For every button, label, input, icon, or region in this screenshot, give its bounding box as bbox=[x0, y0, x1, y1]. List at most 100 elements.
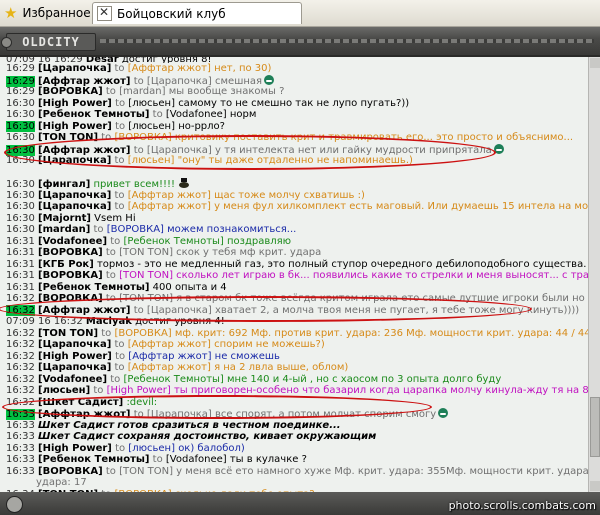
to-keyword: to bbox=[133, 304, 144, 316]
message-sender[interactable]: Шкет Садист bbox=[38, 420, 114, 431]
scroll-up-button[interactable] bbox=[590, 58, 600, 68]
message-time: 16:29 bbox=[6, 63, 35, 74]
message-sender[interactable]: [TON TON] bbox=[38, 132, 98, 143]
message-sender[interactable]: [Аффтар жжот] bbox=[38, 76, 130, 87]
message-recipient[interactable]: [Царапочка] bbox=[147, 76, 212, 87]
message-sender[interactable]: [High Power] bbox=[38, 121, 112, 132]
message-recipient[interactable]: [Аффтар жжот] bbox=[128, 339, 211, 350]
message-recipient[interactable]: [Ребенок Темноты] bbox=[123, 236, 223, 247]
message-text: мы вообще знакомы ? bbox=[168, 86, 285, 97]
message-recipient[interactable]: [Царапочка] bbox=[147, 145, 212, 156]
message-sender[interactable]: [Царапочка] bbox=[38, 190, 111, 201]
message-sender[interactable]: [Ребенок Темноты] bbox=[38, 282, 149, 293]
to-keyword: to bbox=[93, 224, 104, 235]
message-recipient[interactable]: [люсьен] bbox=[128, 443, 175, 454]
chat-message: 16:30 [TON TON] to [ВОРОВКА] критовику п… bbox=[0, 132, 588, 144]
message-sender[interactable]: [High Power] bbox=[38, 98, 112, 109]
to-keyword: to bbox=[101, 327, 112, 339]
message-sender[interactable]: [mardan] bbox=[38, 224, 90, 235]
chat-menu-button[interactable] bbox=[6, 496, 23, 513]
to-keyword: to bbox=[110, 373, 121, 385]
message-recipient[interactable]: [Аффтар жжот] bbox=[128, 362, 211, 373]
message-recipient[interactable]: [mardan] bbox=[119, 86, 165, 97]
message-sender[interactable]: [Царапочка] bbox=[38, 63, 111, 74]
message-sender[interactable]: Maclyak bbox=[86, 316, 132, 327]
message-recipient[interactable]: [Аффтар жжот] bbox=[128, 63, 211, 74]
message-time: 16:32 bbox=[6, 327, 35, 339]
message-sender[interactable]: [люсьен] bbox=[38, 385, 90, 396]
message-sender[interactable]: [High Power] bbox=[38, 351, 112, 362]
message-sender[interactable]: [Шкет Садист] bbox=[38, 397, 123, 408]
message-time: 16:30 bbox=[6, 224, 35, 235]
message-recipient[interactable]: [TON TON] bbox=[119, 270, 173, 281]
message-sender[interactable]: [Аффтар жжот] bbox=[38, 409, 130, 420]
close-icon[interactable] bbox=[97, 5, 112, 21]
chat-message: 16:33 Шкет Садист сохраняя достоинство, … bbox=[0, 431, 588, 443]
chat-message: 16:31 [ВОРОВКА] to [TON TON] скок у тебя… bbox=[0, 247, 588, 259]
chat-scrollbar[interactable] bbox=[588, 57, 600, 492]
tab-fight-club[interactable]: Бойцовский клуб bbox=[92, 2, 302, 24]
message-recipient[interactable]: [TON TON] bbox=[119, 293, 173, 304]
message-text: сохраняя достоинство, кивает окружающим bbox=[117, 431, 377, 442]
message-recipient[interactable]: [люсьен] bbox=[128, 121, 175, 132]
message-recipient[interactable]: [Царапочка] bbox=[147, 409, 212, 420]
message-recipient[interactable]: [люсьен] bbox=[128, 155, 175, 166]
message-sender[interactable]: [High Power] bbox=[38, 443, 112, 454]
message-recipient[interactable]: [люсьен] bbox=[128, 98, 175, 109]
message-time: 16:32 bbox=[6, 339, 35, 350]
chat-message: 16:30 [фингал] привет всем!!!! bbox=[0, 178, 588, 190]
message-recipient[interactable]: [Царапочка] bbox=[147, 305, 212, 316]
message-sender[interactable]: [Vodafonee] bbox=[38, 236, 107, 247]
message-recipient[interactable]: [Аффтар жжот] bbox=[128, 190, 211, 201]
message-recipient[interactable]: [Аффтар жжот] bbox=[128, 351, 211, 362]
message-sender[interactable]: [фингал] bbox=[38, 179, 90, 190]
to-keyword: to bbox=[105, 465, 116, 477]
banner-decoration bbox=[100, 39, 594, 43]
message-sender[interactable]: [ВОРОВКА] bbox=[38, 466, 103, 477]
message-text: поздравляю bbox=[227, 235, 292, 247]
message-recipient[interactable]: [High Power] bbox=[107, 385, 171, 396]
message-sender[interactable]: [ВОРОВКА] bbox=[38, 86, 103, 97]
message-sender[interactable]: [ВОРОВКА] bbox=[38, 247, 103, 258]
message-sender[interactable]: [Ребенок Темноты] bbox=[38, 109, 149, 120]
message-sender[interactable]: [Ребенок Темноты] bbox=[38, 454, 149, 465]
scroll-thumb[interactable] bbox=[590, 397, 600, 457]
message-sender[interactable]: [Vodafonee] bbox=[38, 374, 107, 385]
to-keyword: to bbox=[152, 454, 163, 465]
message-sender[interactable]: [TON TON] bbox=[38, 328, 98, 339]
message-recipient[interactable]: [Vodafonee] bbox=[166, 109, 227, 120]
message-time: 16:33 bbox=[6, 431, 35, 442]
message-time: 16:32 bbox=[6, 293, 35, 304]
message-text: ты приговорен-особено что базарил когда … bbox=[173, 385, 588, 396]
message-recipient[interactable]: [TON TON] bbox=[119, 247, 173, 258]
message-sender[interactable]: [КГБ Рок] bbox=[38, 259, 94, 270]
message-sender[interactable]: [Majornt] bbox=[38, 213, 91, 224]
chat-message: 16:31 [Ребенок Темноты] 400 опыта и 4 bbox=[0, 282, 588, 294]
message-time: 16:31 bbox=[6, 258, 35, 270]
message-sender[interactable]: [ВОРОВКА] bbox=[38, 270, 103, 281]
scroll-down-button[interactable] bbox=[590, 481, 600, 491]
chat-message: 16:32 [Царапочка] to [Аффтар жжот] я на … bbox=[0, 362, 588, 374]
message-sender[interactable]: [Царапочка] bbox=[38, 155, 111, 166]
chat-message: 16:30 [High Power] to [люсьен] самому то… bbox=[0, 98, 588, 110]
message-sender[interactable]: [Царапочка] bbox=[38, 201, 111, 212]
message-recipient[interactable]: [Ребенок Темноты] bbox=[123, 374, 223, 385]
message-sender[interactable]: [Царапочка] bbox=[38, 362, 111, 373]
message-recipient[interactable]: [ВОРОВКА] bbox=[114, 132, 171, 143]
message-recipient[interactable]: [TON TON] bbox=[119, 466, 173, 477]
message-recipient[interactable]: [ВОРОВКА] bbox=[107, 224, 164, 235]
message-sender[interactable]: [ВОРОВКА] bbox=[38, 293, 103, 304]
message-time: 16:30 bbox=[6, 97, 35, 109]
message-time: 16:30 bbox=[6, 109, 35, 120]
tab-favorites[interactable]: ★ Избранное bbox=[0, 2, 91, 24]
message-recipient[interactable]: [Vodafonee] bbox=[166, 454, 227, 465]
message-recipient[interactable]: [ВОРОВКА] bbox=[114, 328, 171, 339]
message-sender[interactable]: Шкет Садист bbox=[38, 431, 114, 442]
to-keyword: to bbox=[115, 350, 126, 362]
message-recipient[interactable]: [Аффтар жжот] bbox=[128, 201, 211, 212]
message-time: 16:30 bbox=[6, 212, 35, 224]
chat-message: 16:30 [Majornt] Vsem Hi bbox=[0, 213, 588, 225]
message-sender[interactable]: [Аффтар жжот] bbox=[38, 305, 130, 316]
message-sender[interactable]: [Аффтар жжот] bbox=[38, 145, 130, 156]
message-sender[interactable]: [Царапочка] bbox=[38, 339, 111, 350]
